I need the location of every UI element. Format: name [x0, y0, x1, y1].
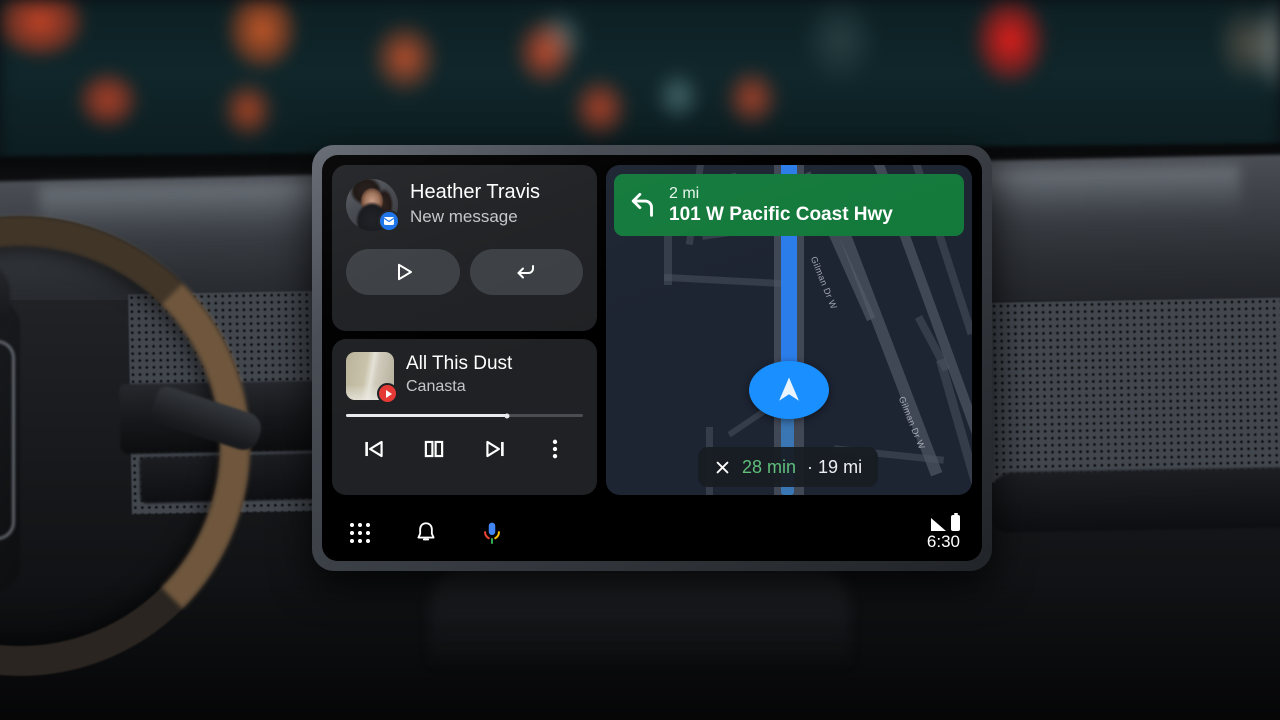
album-art-wrapper [346, 352, 398, 404]
bell-icon [417, 522, 435, 541]
media-progress-fill [346, 414, 508, 417]
eta-distance-value: 19 mi [818, 456, 863, 477]
message-notification-card[interactable]: Heather Travis New message [332, 165, 597, 331]
media-overflow-button[interactable] [535, 432, 575, 466]
console-seam [430, 566, 850, 716]
skip-next-icon [485, 440, 504, 458]
notification-actions [346, 249, 583, 295]
assistant-button[interactable] [476, 517, 508, 549]
notifications-button[interactable] [410, 517, 442, 549]
navigation-map-panel[interactable]: Gilman Dr W Gilman Dr W 2 mi 101 W Pacif… [606, 165, 972, 495]
media-header: All This Dust Canasta [346, 352, 583, 404]
navigation-distance: 2 mi [669, 185, 700, 202]
night-bokeh-background [0, 0, 1280, 165]
system-bar-buttons [322, 517, 508, 549]
battery-icon [951, 512, 960, 531]
avatar [346, 179, 400, 232]
previous-track-button[interactable] [354, 432, 394, 466]
eta-time: 28 min [742, 456, 797, 477]
media-progress-handle[interactable] [504, 413, 510, 418]
media-artist: Canasta [406, 378, 466, 395]
steering-wheel-emblem [0, 340, 15, 540]
media-controls [346, 432, 583, 466]
skip-previous-icon [365, 440, 383, 458]
google-assistant-mic-icon [484, 522, 500, 544]
messages-icon [378, 210, 400, 232]
speaker-grille-right [983, 297, 1280, 483]
pause-button[interactable] [414, 432, 454, 466]
status-icons [931, 512, 960, 531]
system-status-area: 6:30 [926, 512, 982, 552]
notification-header: Heather Travis New message [346, 179, 583, 232]
notification-sender: Heather Travis [410, 181, 541, 203]
eta-chip[interactable]: 28 min · 19 mi [698, 447, 879, 487]
notification-text: Heather Travis New message [410, 179, 540, 228]
eta-distance: · 19 mi [807, 457, 862, 478]
eta-separator: · [807, 456, 814, 477]
reply-message-button[interactable] [469, 249, 583, 295]
notification-subtitle: New message [410, 207, 518, 226]
media-text: All This Dust Canasta [406, 352, 512, 397]
youtube-music-icon [377, 383, 398, 404]
media-track-title: All This Dust [406, 353, 513, 374]
system-clock: 6:30 [926, 532, 960, 551]
close-icon [716, 461, 729, 473]
left-cards-column: Heather Travis New message All This Dust… [332, 165, 597, 495]
turn-left-icon [631, 192, 653, 217]
location-arrow-icon [779, 377, 799, 401]
media-progress-bar[interactable] [346, 413, 583, 418]
pause-icon [425, 440, 444, 458]
android-auto-screen: Heather Travis New message All This Dust… [322, 155, 982, 561]
system-bar: 6:30 [322, 505, 982, 561]
navigation-banner[interactable]: 2 mi 101 W Pacific Coast Hwy [614, 174, 964, 236]
more-vert-icon [552, 439, 558, 459]
next-track-button[interactable] [475, 432, 515, 466]
play-icon [397, 263, 412, 281]
air-vent-right [989, 467, 1280, 533]
cellular-signal-icon [931, 518, 946, 531]
reply-arrow-icon [517, 265, 535, 279]
apps-grid-icon [350, 523, 370, 543]
play-message-button[interactable] [346, 249, 460, 295]
navigation-banner-text: 2 mi 101 W Pacific Coast Hwy [669, 184, 893, 226]
media-player-card[interactable]: All This Dust Canasta [332, 339, 597, 495]
navigation-street: 101 W Pacific Coast Hwy [669, 204, 893, 225]
location-puck [749, 361, 829, 419]
app-launcher-button[interactable] [344, 517, 376, 549]
